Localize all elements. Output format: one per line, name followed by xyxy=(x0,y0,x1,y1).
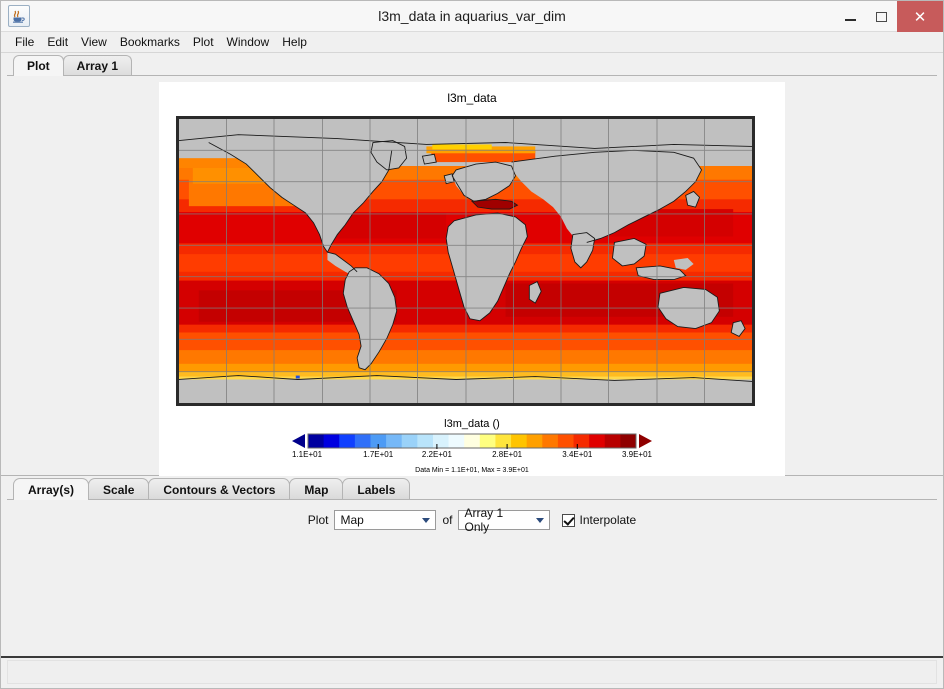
plot-type-select[interactable]: Map xyxy=(334,510,437,530)
colorbar-minmax-text: Data Min = 1.1E+01, Max = 3.9E+01 xyxy=(415,467,529,474)
colorbar-cell xyxy=(604,434,621,448)
java-coffee-cup-icon xyxy=(8,5,30,27)
close-icon: ✕ xyxy=(913,8,927,26)
colorbar-cell xyxy=(589,434,606,448)
colorbar-cell xyxy=(354,434,371,448)
plot-type-value: Map xyxy=(340,513,364,527)
colorbar-tick-label: 2.2E+01 xyxy=(421,450,452,459)
menu-bar: File Edit View Bookmarks Plot Window Hel… xyxy=(1,32,943,53)
arrays-tab-panel: Plot Map of Array 1 Only Interpolate Arr… xyxy=(1,500,943,534)
top-tab-strip: Plot Array 1 xyxy=(1,53,943,76)
tab-map[interactable]: Map xyxy=(289,478,344,500)
colorbar-cell xyxy=(526,434,543,448)
chevron-down-icon xyxy=(422,518,431,523)
tab-scale[interactable]: Scale xyxy=(88,478,150,500)
interpolate-control[interactable]: Interpolate xyxy=(562,513,636,527)
colorbar-cell xyxy=(542,434,559,448)
map-plot[interactable] xyxy=(176,116,755,406)
colorbar-cell xyxy=(464,434,481,448)
colorbar-cell xyxy=(557,434,574,448)
menu-item-view[interactable]: View xyxy=(75,33,113,51)
minimize-button[interactable] xyxy=(835,1,866,32)
colorbar-cell xyxy=(386,434,403,448)
colorbar-tick-label: 1.1E+01 xyxy=(292,450,323,459)
maximize-button[interactable] xyxy=(866,1,897,32)
array-select[interactable]: Array 1 Only xyxy=(458,506,551,534)
menu-item-plot[interactable]: Plot xyxy=(187,33,220,51)
tab-contours-vectors[interactable]: Contours & Vectors xyxy=(148,478,291,500)
colorbar-tick-label: 3.9E+01 xyxy=(621,450,652,459)
colorbar-strip[interactable] xyxy=(292,433,652,449)
menu-item-bookmarks[interactable]: Bookmarks xyxy=(114,33,186,51)
colorbar-cell xyxy=(323,434,340,448)
status-bar xyxy=(1,656,943,688)
status-bar-message xyxy=(7,660,937,684)
tab-labels[interactable]: Labels xyxy=(342,478,411,500)
colorbar-tick-label: 3.4E+01 xyxy=(562,450,593,459)
plot-pane: l3m_data l3m_data () 1.1E+01 1.7E+01 2.2… xyxy=(1,76,943,484)
menu-item-file[interactable]: File xyxy=(9,33,40,51)
window-title: l3m_data in aquarius_var_dim xyxy=(378,8,566,24)
bottom-pane: Array(s) Scale Contours & Vectors Map La… xyxy=(1,476,943,684)
chevron-down-icon xyxy=(536,518,545,523)
menu-item-edit[interactable]: Edit xyxy=(41,33,74,51)
interpolate-label: Interpolate xyxy=(579,513,637,527)
close-button[interactable]: ✕ xyxy=(897,1,943,32)
application-window: l3m_data in aquarius_var_dim ✕ File Edit… xyxy=(0,0,944,689)
colorbar-right-arrow xyxy=(639,434,652,448)
menu-item-window[interactable]: Window xyxy=(221,33,276,51)
colorbar-cell xyxy=(417,434,434,448)
plot-controls-row: Plot Map of Array 1 Only Interpolate xyxy=(1,506,943,534)
colorbar-tick-label: 2.8E+01 xyxy=(492,450,523,459)
colorbar-cell xyxy=(479,434,496,448)
colorbar-title: l3m_data () xyxy=(444,418,500,430)
plot-canvas[interactable]: l3m_data l3m_data () 1.1E+01 1.7E+01 2.2… xyxy=(159,82,785,484)
tab-plot[interactable]: Plot xyxy=(13,55,64,76)
title-bar: l3m_data in aquarius_var_dim ✕ xyxy=(1,1,943,32)
plot-select-label: Plot xyxy=(307,513,329,527)
colorbar: l3m_data () 1.1E+01 1.7E+01 2.2E+01 2.8E+01… xyxy=(159,418,785,474)
colorbar-cell xyxy=(432,434,449,448)
of-label: of xyxy=(442,513,453,527)
colorbar-cell xyxy=(401,434,418,448)
colorbar-cell xyxy=(339,434,356,448)
colorbar-tick-label: 1.7E+01 xyxy=(363,450,394,459)
interpolate-checkbox[interactable] xyxy=(562,513,576,527)
colorbar-cell xyxy=(448,434,465,448)
colorbar-cell xyxy=(573,434,590,448)
colorbar-cell xyxy=(495,434,512,448)
colorbar-cell xyxy=(308,434,325,448)
colorbar-tick-labels: 1.1E+01 1.7E+01 2.2E+01 2.8E+01 3.4E+01 3.9E+… xyxy=(292,450,652,461)
colorbar-cell xyxy=(620,434,637,448)
colorbar-left-arrow xyxy=(292,434,305,448)
window-controls: ✕ xyxy=(835,1,943,32)
colorbar-cell xyxy=(511,434,528,448)
tab-arrays[interactable]: Array(s) xyxy=(13,478,90,500)
tab-array-1[interactable]: Array 1 xyxy=(62,55,133,76)
menu-item-help[interactable]: Help xyxy=(276,33,313,51)
array-select-value: Array 1 Only xyxy=(464,506,504,534)
plot-title: l3m_data xyxy=(447,91,497,105)
bottom-tab-strip: Array(s) Scale Contours & Vectors Map La… xyxy=(1,476,943,500)
